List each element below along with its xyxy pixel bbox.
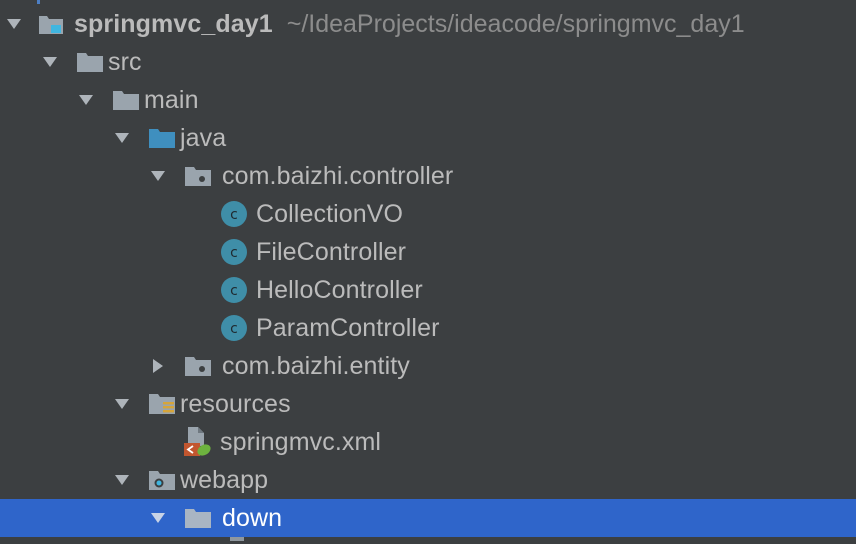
svg-text:c: c: [230, 283, 238, 299]
project-path: ~/IdeaProjects/ideacode/springmvc_day1: [286, 10, 745, 38]
collapsed-arrow-icon[interactable]: [146, 347, 170, 385]
tree-row-partial: [0, 537, 856, 544]
tree-item-label: springmvc.xml: [220, 428, 382, 456]
tree-item-label: HelloController: [256, 276, 423, 304]
spring-xml-file-icon: [182, 423, 212, 461]
tree-item-label: java: [180, 124, 227, 152]
folder-icon: [76, 43, 106, 81]
tree-row-class-hellocontroller[interactable]: c HelloController: [0, 271, 856, 309]
tree-row-resources[interactable]: resources: [0, 385, 856, 423]
expanded-arrow-icon[interactable]: [2, 5, 26, 43]
tree-item-label: ParamController: [256, 314, 440, 342]
folder-icon: [112, 81, 142, 119]
java-class-icon: c: [220, 271, 250, 309]
tree-row-class-paramcontroller[interactable]: c ParamController: [0, 309, 856, 347]
tree-row-java[interactable]: java: [0, 119, 856, 157]
tree-row-file-springmvc-xml[interactable]: springmvc.xml: [0, 423, 856, 461]
tree-item-label: main: [144, 86, 199, 114]
resources-folder-icon: [148, 385, 178, 423]
package-icon: [184, 347, 214, 385]
tree-item-label: webapp: [180, 466, 269, 494]
package-icon: [184, 157, 214, 195]
expanded-arrow-icon[interactable]: [146, 157, 170, 195]
expanded-arrow-icon[interactable]: [74, 81, 98, 119]
scroll-indicator: [37, 0, 40, 4]
tree-item-label: resources: [180, 390, 291, 418]
tree-row-project-root[interactable]: springmvc_day1 ~/IdeaProjects/ideacode/s…: [0, 5, 856, 43]
expanded-arrow-icon[interactable]: [110, 385, 134, 423]
tree-item-label: FileController: [256, 238, 407, 266]
java-class-icon: c: [220, 233, 250, 271]
project-module-icon: [38, 5, 68, 43]
java-class-icon: c: [220, 195, 250, 233]
svg-text:c: c: [230, 321, 238, 337]
expanded-arrow-icon[interactable]: [110, 461, 134, 499]
svg-text:c: c: [230, 245, 238, 261]
source-folder-icon: [148, 119, 178, 157]
tree-row-class-collectionvo[interactable]: c CollectionVO: [0, 195, 856, 233]
expanded-arrow-icon[interactable]: [110, 119, 134, 157]
tree-item-label: CollectionVO: [256, 200, 404, 228]
tree-item-label: down: [222, 504, 283, 532]
web-folder-icon: [148, 461, 178, 499]
project-name: springmvc_day1: [74, 10, 273, 38]
svg-text:c: c: [230, 207, 238, 223]
tree-row-main[interactable]: main: [0, 81, 856, 119]
tree-row-class-filecontroller[interactable]: c FileController: [0, 233, 856, 271]
java-class-icon: c: [220, 309, 250, 347]
tree-item-label: src: [108, 48, 142, 76]
tree-row-src[interactable]: src: [0, 43, 856, 81]
project-tree[interactable]: springmvc_day1 ~/IdeaProjects/ideacode/s…: [0, 5, 856, 544]
file-icon: [230, 537, 244, 541]
tree-row-webapp[interactable]: webapp: [0, 461, 856, 499]
tree-item-label: com.baizhi.controller: [222, 162, 454, 190]
expanded-arrow-icon[interactable]: [38, 43, 62, 81]
tree-item-label: com.baizhi.entity: [222, 352, 410, 380]
tree-row-package-entity[interactable]: com.baizhi.entity: [0, 347, 856, 385]
tree-row-package-controller[interactable]: com.baizhi.controller: [0, 157, 856, 195]
